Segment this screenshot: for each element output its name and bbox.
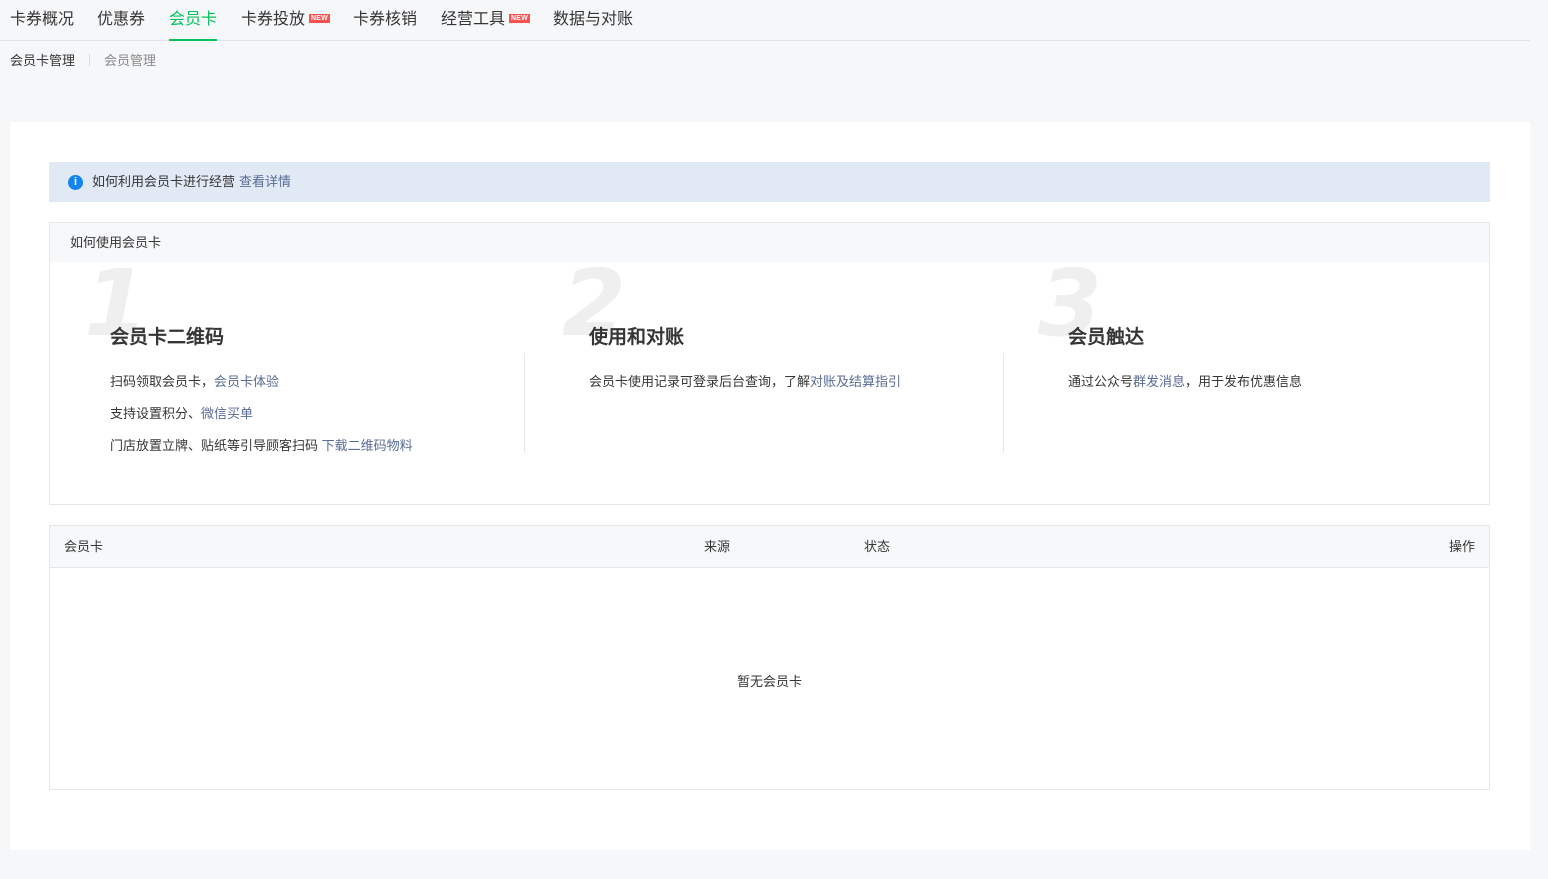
new-badge: NEW	[509, 14, 530, 23]
mass-message-link[interactable]: 群发消息	[1133, 374, 1185, 389]
step-line: 门店放置立牌、贴纸等引导顾客扫码 下载二维码物料	[110, 438, 413, 453]
guide-step-1: 1 会员卡二维码 扫码领取会员卡，会员卡体验 支持设置积分、微信买单 门店放置立…	[50, 254, 529, 504]
download-qr-materials-link[interactable]: 下载二维码物料	[322, 438, 413, 453]
step-title: 使用和对账	[589, 327, 685, 348]
step-line: 会员卡使用记录可登录后台查询，了解对账及结算指引	[589, 374, 902, 389]
column-header-source: 来源	[704, 539, 731, 554]
member-card-demo-link[interactable]: 会员卡体验	[214, 374, 279, 389]
tab-card-overview[interactable]: 卡券概况	[10, 0, 74, 40]
step-line: 通过公众号群发消息，用于发布优惠信息	[1068, 374, 1303, 389]
member-card-table: 会员卡 来源 状态 操作 暂无会员卡	[49, 525, 1490, 790]
usage-guide: 如何使用会员卡 1 会员卡二维码 扫码领取会员卡，会员卡体验 支持设置积分、微信…	[49, 222, 1490, 505]
subnav-member-card-management[interactable]: 会员卡管理	[10, 52, 75, 70]
column-header-actions: 操作	[1448, 539, 1475, 554]
usage-guide-title: 如何使用会员卡	[50, 223, 1489, 262]
tab-business-tools[interactable]: 经营工具 NEW	[441, 0, 530, 40]
reconciliation-guide-link[interactable]: 对账及结算指引	[810, 374, 901, 389]
step-divider	[1003, 353, 1004, 453]
new-badge: NEW	[309, 14, 330, 23]
step-title: 会员卡二维码	[110, 327, 225, 348]
tab-coupons[interactable]: 优惠券	[97, 0, 145, 40]
step-line: 支持设置积分、微信买单	[110, 406, 254, 421]
tab-card-distribution[interactable]: 卡券投放 NEW	[241, 0, 330, 40]
subnav-divider	[89, 54, 91, 66]
subnav-member-management[interactable]: 会员管理	[104, 52, 156, 70]
step-line: 扫码领取会员卡，会员卡体验	[110, 374, 280, 389]
column-header-status: 状态	[864, 539, 891, 554]
tab-member-card[interactable]: 会员卡	[169, 0, 218, 41]
table-header: 会员卡 来源 状态 操作	[50, 526, 1489, 568]
column-header-member-card: 会员卡	[64, 539, 104, 554]
info-banner: i 如何利用会员卡进行经营 查看详情	[49, 162, 1490, 202]
wechat-pay-link[interactable]: 微信买单	[201, 406, 253, 421]
guide-step-2: 2 使用和对账 会员卡使用记录可登录后台查询，了解对账及结算指引	[529, 254, 1008, 504]
view-details-link[interactable]: 查看详情	[239, 174, 291, 189]
tab-data-reconciliation[interactable]: 数据与对账	[553, 0, 633, 40]
top-tab-bar: 卡券概况 优惠券 会员卡 卡券投放 NEW 卡券核销 经营工具 NEW 数据与对账	[0, 0, 1530, 41]
guide-step-3: 3 会员触达 通过公众号群发消息，用于发布优惠信息	[1008, 254, 1487, 504]
sub-nav: 会员卡管理 会员管理	[10, 52, 156, 70]
empty-state-text: 暂无会员卡	[736, 674, 802, 689]
main-panel: i 如何利用会员卡进行经营 查看详情 如何使用会员卡 1 会员卡二维码 扫码领取会…	[10, 122, 1530, 850]
tab-card-redemption[interactable]: 卡券核销	[353, 0, 417, 40]
step-title: 会员触达	[1068, 327, 1145, 348]
step-divider	[524, 353, 525, 453]
info-icon: i	[68, 175, 83, 190]
info-banner-text: 如何利用会员卡进行经营	[92, 174, 236, 189]
